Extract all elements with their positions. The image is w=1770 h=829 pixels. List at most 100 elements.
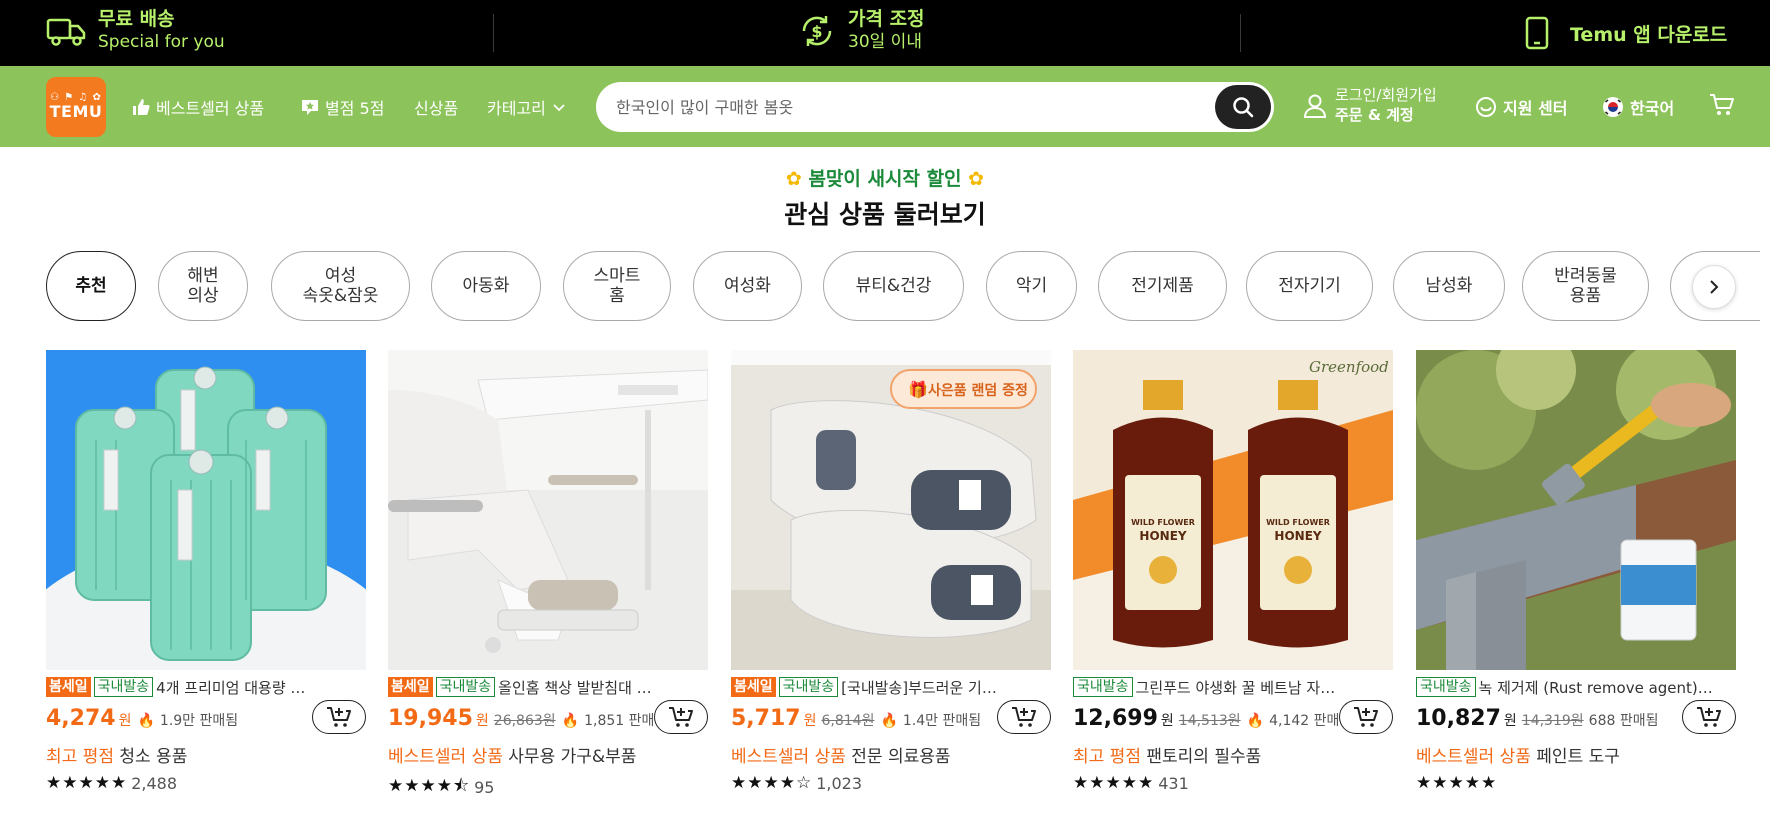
product-title[interactable]: 그린푸드 야생화 꿀 베트남 자… <box>1136 677 1336 698</box>
category-next-button[interactable] <box>1692 265 1736 309</box>
account-menu[interactable]: 로그인/회원가입 주문 & 계정 <box>1303 86 1437 125</box>
gift-badge: 사은품 랜덤 증정 <box>928 382 1028 399</box>
product-image[interactable]: 🎁 사은품 랜덤 증정 <box>731 350 1051 670</box>
add-to-cart-button[interactable] <box>654 700 708 734</box>
search-button[interactable] <box>1215 85 1271 129</box>
category-pill[interactable]: 해변 의상 <box>158 251 248 321</box>
app-download-label: Temu 앱 다운로드 <box>1570 23 1728 46</box>
honey-label: WILD FLOWER <box>1131 518 1195 527</box>
nav-new-items[interactable]: 신상품 <box>414 95 458 119</box>
section-title: 관심 상품 둘러보기 <box>784 200 986 229</box>
original-price: 14,513원 <box>1178 713 1241 729</box>
category-pill[interactable]: 추천 <box>46 251 136 321</box>
product-tag-label[interactable]: 베스트셀러 상품 <box>731 747 846 767</box>
flower-icon: ✿ <box>968 168 985 190</box>
category-pill[interactable]: 스마트 홈 <box>563 251 671 321</box>
user-icon <box>1303 94 1327 118</box>
promo-banner: 무료 배송 Special for you $ 가격 조정 30일 이내 Tem… <box>0 0 1770 66</box>
product-category[interactable]: 팬토리의 필수품 <box>1146 747 1261 767</box>
flower-icon: ✿ <box>785 168 802 190</box>
product-category[interactable]: 청소 용품 <box>119 747 187 767</box>
star-rating-icons: ★★★★⯪ <box>388 776 471 796</box>
product-category[interactable]: 페인트 도구 <box>1536 747 1620 767</box>
product-card[interactable]: 🎁 사은품 랜덤 증정 봄세일 국내발송 [국내발송]부드러운 기… 5,717… <box>731 350 1051 793</box>
currency-unit: 원 <box>1160 713 1174 729</box>
nav-categories[interactable]: 카테고리 <box>487 95 566 119</box>
banner-divider <box>1240 14 1241 52</box>
category-label: 아동화 <box>462 275 510 296</box>
banner-divider <box>493 14 494 52</box>
nav-bestseller[interactable]: 베스트셀러 상품 <box>132 95 264 119</box>
category-pill[interactable]: 전자기기 <box>1246 251 1373 321</box>
category-pill[interactable]: 아동화 <box>431 251 541 321</box>
temu-logo[interactable]: ⚇ ⚑ ♫ ✿ TEMU <box>46 77 106 137</box>
product-title-row: 국내발송 그린푸드 야생화 꿀 베트남 자… <box>1073 676 1393 698</box>
product-category[interactable]: 전문 의료용품 <box>851 747 950 767</box>
product-image[interactable] <box>46 350 366 670</box>
product-card[interactable]: 봄세일 국내발송 올인홈 책상 발받침대 … 19,945 원 26,863원 … <box>388 350 708 802</box>
add-to-cart-button[interactable] <box>1339 700 1393 734</box>
nav-language[interactable]: 한국어 <box>1602 95 1674 119</box>
sold-count: 1.4만 판매됨 <box>902 713 982 729</box>
product-card[interactable]: 봄세일 국내발송 4개 프리미엄 대용량 … 4,274 원 🔥 1.9만 판매… <box>46 350 366 793</box>
category-pill[interactable]: 전기제품 <box>1098 251 1227 321</box>
search-input[interactable] <box>616 82 1176 132</box>
product-tag-label[interactable]: 최고 평점 <box>1073 747 1141 767</box>
product-image[interactable] <box>1416 350 1736 670</box>
product-card[interactable]: 국내발송 녹 제거제 (Rust remove agent)… 10,827 원… <box>1416 350 1736 793</box>
cart-icon <box>1710 94 1734 115</box>
category-label: 해변 의상 <box>187 265 219 306</box>
product-title[interactable]: 4개 프리미엄 대용량 … <box>156 677 305 698</box>
star-rating-icons: ★★★★★ <box>46 773 128 793</box>
sold-count: 1.9만 판매됨 <box>159 713 239 729</box>
domestic-shipping-badge: 국내발송 <box>93 677 154 697</box>
category-pill[interactable]: 반려동물 용품 <box>1522 251 1649 321</box>
domestic-shipping-badge: 국내발송 <box>1416 677 1476 697</box>
honey-label: HONEY <box>1139 529 1186 543</box>
review-count: 1,023 <box>816 773 863 793</box>
product-tag-label[interactable]: 최고 평점 <box>46 747 114 767</box>
product-title[interactable]: 올인홈 책상 발받침대 … <box>498 677 652 698</box>
product-tag-row: 베스트셀러 상품 페인트 도구 <box>1416 742 1736 767</box>
add-to-cart-button[interactable] <box>997 700 1051 734</box>
add-to-cart-button[interactable] <box>312 700 366 734</box>
price-adjust-block[interactable]: $ 가격 조정 30일 이내 <box>798 8 925 53</box>
nav-language-label: 한국어 <box>1630 99 1675 118</box>
category-pill[interactable]: 악기 <box>986 251 1077 321</box>
currency-unit: 원 <box>118 713 132 729</box>
category-pill[interactable]: 남성화 <box>1393 251 1505 321</box>
free-shipping-title: 무료 배송 <box>98 8 175 30</box>
product-price: 12,699 <box>1073 706 1158 731</box>
cart-button[interactable] <box>1709 93 1735 117</box>
category-pill[interactable]: 여성 속옷&잠옷 <box>271 251 410 321</box>
product-image[interactable] <box>388 350 708 670</box>
product-tag-label[interactable]: 베스트셀러 상품 <box>1416 747 1531 767</box>
sale-badge: 봄세일 <box>388 677 433 697</box>
nav-support[interactable]: 지원 센터 <box>1475 95 1567 119</box>
product-tag-row: 베스트셀러 상품 전문 의료용품 <box>731 742 1051 767</box>
app-download-block[interactable]: Temu 앱 다운로드 <box>1524 16 1727 50</box>
category-pill[interactable]: 여성화 <box>693 251 802 321</box>
price-row: 12,699 원 14,513원 🔥 4,142 판매됨 <box>1073 700 1393 736</box>
fire-icon: 🔥 <box>137 713 155 729</box>
product-tag-label[interactable]: 베스트셀러 상품 <box>388 747 503 767</box>
support-icon <box>1476 97 1496 117</box>
add-to-cart-button[interactable] <box>1682 700 1736 734</box>
product-image[interactable]: Greenfood WILD FLOWER HONEY WILD FLOWER … <box>1073 350 1393 670</box>
nav-five-star[interactable]: 별점 5점 <box>301 95 384 119</box>
review-count: 2,488 <box>131 773 178 793</box>
category-label: 악기 <box>1015 275 1048 296</box>
product-category[interactable]: 사무용 가구&부품 <box>508 747 636 767</box>
product-tag-row: 최고 평점 팬토리의 필수품 <box>1073 742 1393 767</box>
product-title-row: 국내발송 녹 제거제 (Rust remove agent)… <box>1416 676 1736 698</box>
free-shipping-block[interactable]: 무료 배송 Special for you <box>46 8 225 53</box>
product-price: 4,274 <box>46 706 116 731</box>
rating-row: ★★★★⯪ 95 <box>388 773 708 802</box>
product-title[interactable]: [국내발송]부드러운 기… <box>841 677 997 698</box>
rating-row: ★★★★★ 431 <box>1073 773 1393 793</box>
category-pill[interactable]: 뷰티&건강 <box>823 251 964 321</box>
product-card[interactable]: Greenfood WILD FLOWER HONEY WILD FLOWER … <box>1073 350 1393 793</box>
product-title[interactable]: 녹 제거제 (Rust remove agent)… <box>1479 677 1713 698</box>
product-price: 10,827 <box>1416 706 1501 731</box>
original-price: 14,319원 <box>1521 713 1584 729</box>
